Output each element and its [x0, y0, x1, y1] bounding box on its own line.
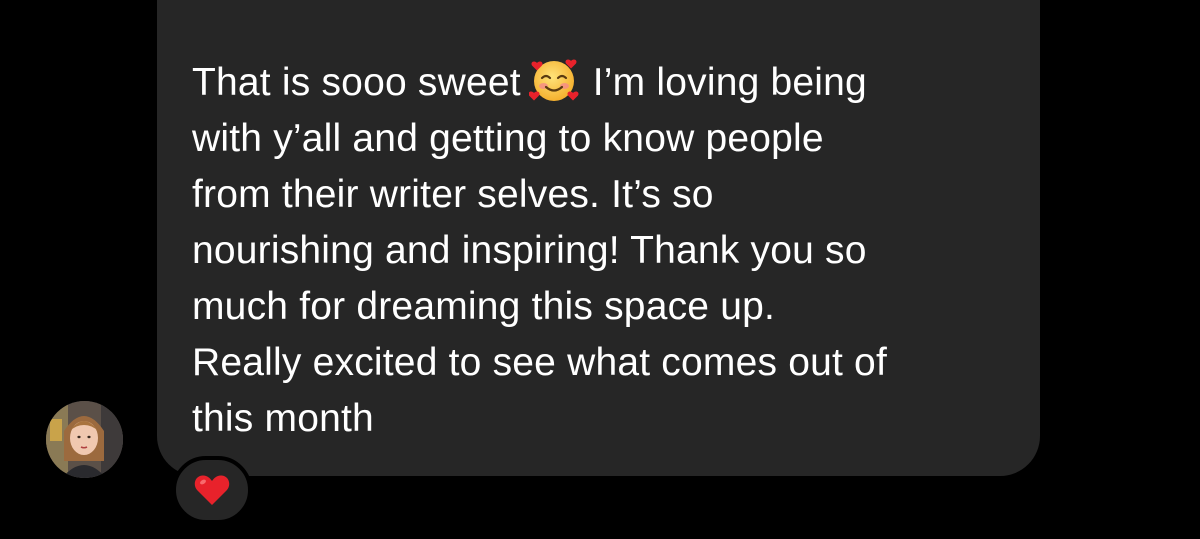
message-line-text: I’m loving being: [592, 61, 867, 104]
avatar-photo: [46, 401, 123, 478]
reaction-badge[interactable]: [172, 456, 252, 524]
message-line: much for dreaming this space up.: [192, 285, 776, 328]
message-line: this month: [192, 397, 374, 440]
message-line: from their writer selves. It’s so: [192, 173, 714, 216]
message-text: That is sooo sweet I’m loving being with…: [192, 55, 1022, 447]
smiling-face-with-hearts-icon: [528, 59, 579, 101]
message-line: nourishing and inspiring! Thank you so: [192, 229, 867, 272]
message-line: That is sooo sweet I’m loving being: [192, 55, 1022, 111]
message-line: with y’all and getting to know people: [192, 117, 824, 160]
message-line-text: That is sooo sweet: [192, 61, 521, 104]
red-heart-icon: [194, 475, 230, 505]
avatar[interactable]: [46, 401, 123, 478]
message-line: Really excited to see what comes out of: [192, 341, 887, 384]
